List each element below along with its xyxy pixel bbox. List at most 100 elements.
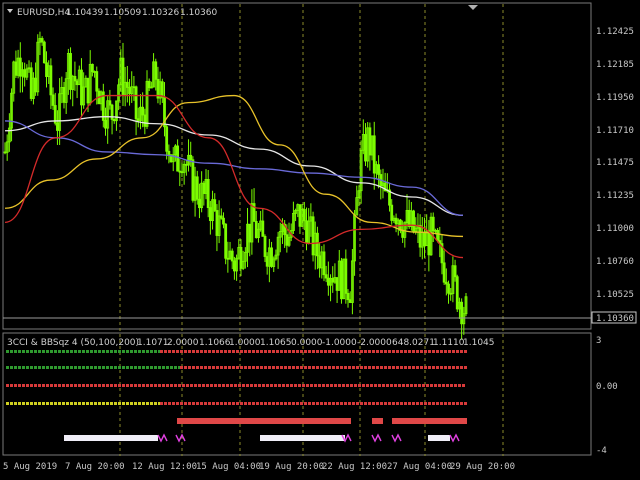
- cci-state-dot: [432, 350, 435, 353]
- cci-state-dot: [316, 402, 319, 405]
- cci-state-dot: [192, 366, 195, 369]
- cci-state-dot: [218, 384, 221, 387]
- cci-state-dot: [444, 402, 447, 405]
- candle-body: [189, 154, 193, 161]
- candle-body: [213, 199, 217, 211]
- cci-state-dot: [138, 366, 141, 369]
- cci-state-dot: [418, 384, 421, 387]
- cci-state-dot: [110, 350, 113, 353]
- candle-body: [121, 57, 125, 96]
- candle-body: [427, 230, 431, 256]
- cci-state-dot: [42, 350, 45, 353]
- trading-chart[interactable]: EURUSD,H4 1.10439 1.10509 1.10326 1.1036…: [0, 0, 640, 480]
- cci-state-dot: [244, 366, 247, 369]
- cci-state-dot: [190, 384, 193, 387]
- time-label: 22 Aug 12:00: [322, 462, 387, 472]
- candle-body: [394, 217, 398, 225]
- cci-state-dot: [78, 366, 81, 369]
- cci-state-dot: [388, 366, 391, 369]
- candle-body: [224, 223, 228, 259]
- cci-state-dot: [334, 384, 337, 387]
- cci-state-dot: [138, 402, 141, 405]
- cci-state-dot: [260, 402, 263, 405]
- cci-state-dot: [126, 384, 129, 387]
- candle-body: [248, 223, 252, 243]
- candle-body: [418, 224, 422, 248]
- cci-state-dot: [22, 366, 25, 369]
- cci-state-dot: [340, 366, 343, 369]
- cci-state-dot: [150, 402, 153, 405]
- cci-state-dot: [272, 366, 275, 369]
- squeeze-bar-red: [177, 418, 351, 424]
- candle-body: [184, 163, 188, 166]
- candle-body: [202, 182, 206, 194]
- candle-body: [368, 127, 372, 156]
- cci-state-dot: [214, 384, 217, 387]
- candle-body: [346, 292, 350, 301]
- cci-state-dot: [260, 350, 263, 353]
- candle-body: [95, 71, 99, 92]
- cci-state-dot: [384, 366, 387, 369]
- cci-state-dot: [146, 402, 149, 405]
- shift-marker-icon[interactable]: [468, 5, 478, 10]
- cci-state-dot: [232, 402, 235, 405]
- cci-state-dot: [268, 350, 271, 353]
- cci-state-dot: [14, 350, 17, 353]
- cci-state-dot: [260, 366, 263, 369]
- cci-state-dot: [240, 402, 243, 405]
- cci-state-dot: [50, 366, 53, 369]
- ohlc-close: 1.10360: [180, 8, 217, 18]
- candle-body: [147, 80, 151, 89]
- cci-state-dot: [186, 384, 189, 387]
- cci-state-dot: [376, 366, 379, 369]
- cci-state-dot: [294, 384, 297, 387]
- price-tick: 1.12185: [596, 60, 634, 70]
- cci-state-dot: [66, 384, 69, 387]
- cci-state-dot: [388, 350, 391, 353]
- cci-state-dot: [372, 350, 375, 353]
- candle-body: [167, 150, 171, 156]
- cci-state-dot: [98, 366, 101, 369]
- cci-state-dot: [42, 384, 45, 387]
- candle-body: [29, 67, 33, 99]
- cci-state-dot: [444, 366, 447, 369]
- cci-state-dot: [404, 366, 407, 369]
- candle-body: [455, 276, 459, 310]
- candle-body: [178, 170, 182, 173]
- cci-state-dot: [298, 384, 301, 387]
- cci-state-dot: [344, 366, 347, 369]
- cci-state-dot: [268, 402, 271, 405]
- cci-state-dot: [18, 384, 21, 387]
- cci-state-dot: [440, 402, 443, 405]
- squeeze-wave-mark: [175, 433, 186, 443]
- cci-state-dot: [146, 366, 149, 369]
- cci-state-dot: [188, 350, 191, 353]
- candle-body: [18, 57, 22, 77]
- cci-state-dot: [66, 350, 69, 353]
- cci-state-dot: [414, 384, 417, 387]
- candle-body: [449, 292, 453, 295]
- cci-state-dot: [114, 384, 117, 387]
- cci-state-dot: [54, 384, 57, 387]
- cci-state-dot: [46, 402, 49, 405]
- cci-state-dot: [336, 402, 339, 405]
- cci-state-dot: [430, 384, 433, 387]
- cci-state-dot: [158, 384, 161, 387]
- cci-state-dot: [130, 366, 133, 369]
- cci-state-dot: [248, 402, 251, 405]
- candle-body: [69, 53, 72, 90]
- cci-state-dot: [420, 402, 423, 405]
- cci-state-dot: [264, 366, 267, 369]
- candle-body: [460, 301, 464, 325]
- cci-state-dot: [172, 350, 175, 353]
- candle-body: [134, 86, 138, 120]
- cci-state-dot: [176, 350, 179, 353]
- cci-state-dot: [204, 350, 207, 353]
- cci-state-dot: [212, 402, 215, 405]
- collapse-triangle-icon[interactable]: [7, 9, 13, 13]
- cci-state-dot: [90, 384, 93, 387]
- cci-state-dot: [390, 384, 393, 387]
- cci-state-dot: [368, 402, 371, 405]
- cci-state-dot: [424, 366, 427, 369]
- cci-state-dot: [196, 402, 199, 405]
